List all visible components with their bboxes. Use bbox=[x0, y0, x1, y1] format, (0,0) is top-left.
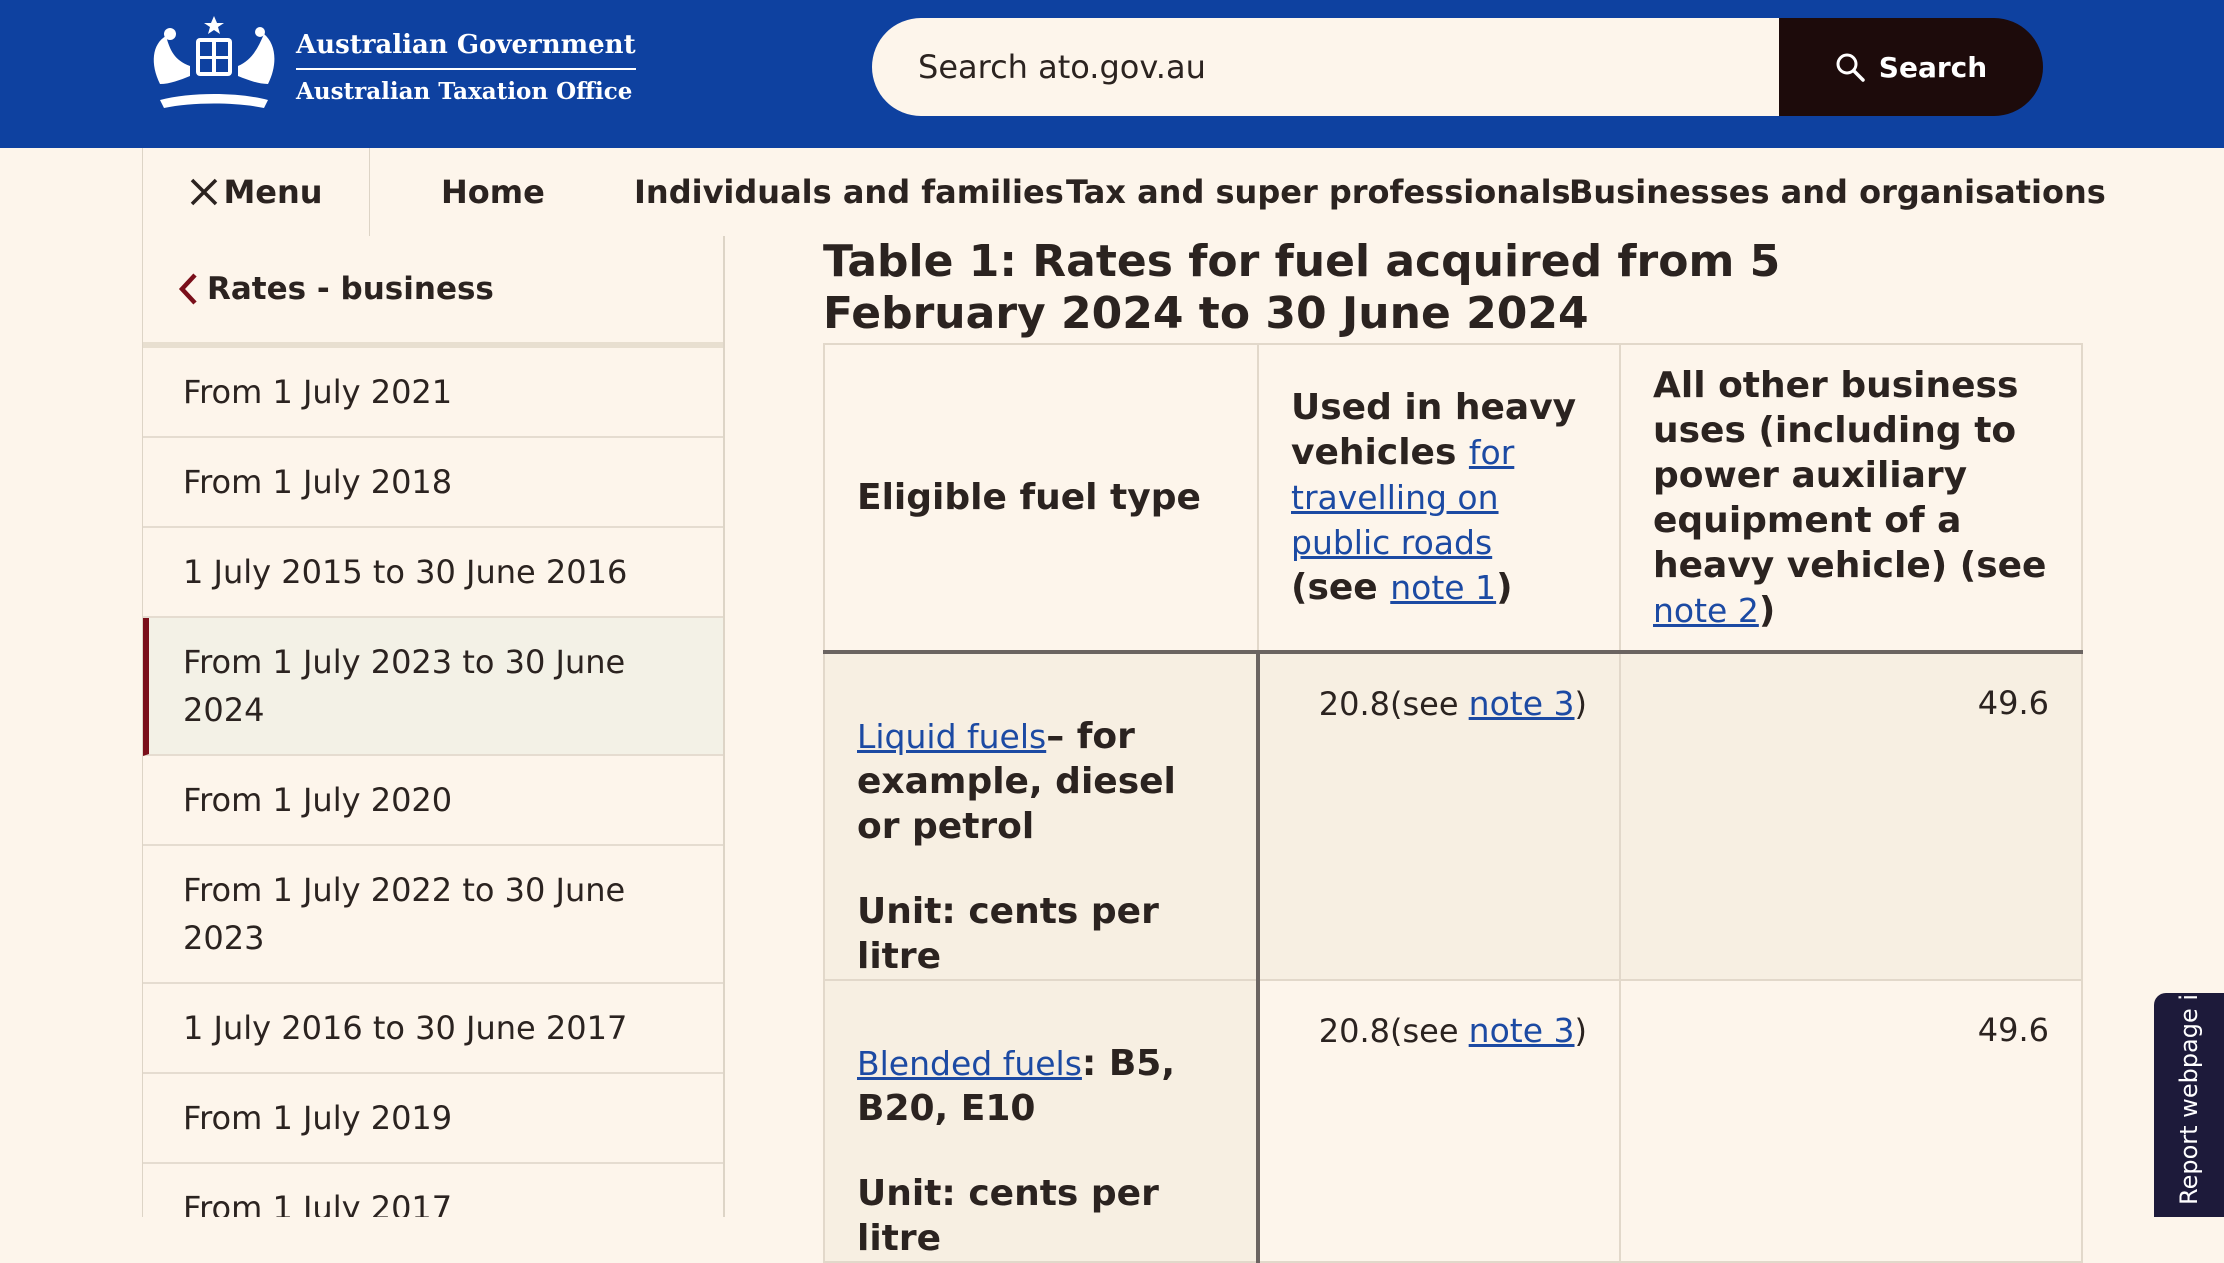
sidebar-item[interactable]: From 1 July 2019 bbox=[143, 1074, 723, 1164]
sidebar-item[interactable]: 1 July 2015 to 30 June 2016 bbox=[143, 528, 723, 618]
heavy-vehicle-rate-cell: 20.8(see note 3) bbox=[1257, 651, 1621, 981]
nav-individuals[interactable]: Individuals and families bbox=[634, 148, 1064, 236]
search-button-label: Search bbox=[1878, 50, 1988, 84]
nav-tax-professionals[interactable]: Tax and super professionals bbox=[1066, 148, 1571, 236]
close-icon bbox=[191, 178, 218, 206]
rate-see: (see bbox=[1389, 685, 1459, 723]
search-icon bbox=[1836, 53, 1865, 82]
header-other-close: ) bbox=[1758, 589, 1776, 631]
note-3-link[interactable]: note 3 bbox=[1469, 684, 1575, 723]
sidebar-item[interactable]: From 1 July 2018 bbox=[143, 438, 723, 528]
other-uses-rate-cell: 49.6 bbox=[1619, 651, 2083, 981]
table-header-row: Eligible fuel type Used in heavy vehicle… bbox=[823, 343, 2083, 654]
table-title: Table 1: Rates for fuel acquired from 5 … bbox=[823, 236, 1781, 339]
note-2-link[interactable]: note 2 bbox=[1653, 591, 1759, 630]
sidebar-back-label: Rates - business bbox=[207, 271, 494, 307]
menu-label: Menu bbox=[223, 173, 323, 211]
chevron-left-icon bbox=[178, 273, 197, 305]
sidebar-item[interactable]: From 1 July 2021 bbox=[143, 348, 723, 438]
coat-of-arms-icon bbox=[153, 16, 275, 108]
header-heavy-close: ) bbox=[1496, 567, 1513, 608]
header-other-text: All other business uses (including to po… bbox=[1653, 364, 2047, 586]
fuel-type-cell: Blended fuels: B5, B20, E10 Unit: cents … bbox=[823, 979, 1260, 1263]
table-row: Liquid fuels– for example, diesel or pet… bbox=[823, 651, 2083, 981]
search-button[interactable]: Search bbox=[1779, 18, 2043, 116]
fuel-rates-table: Eligible fuel type Used in heavy vehicle… bbox=[823, 343, 2083, 1263]
rate-value: 20.8 bbox=[1318, 685, 1390, 723]
rate-value: 49.6 bbox=[1977, 684, 2049, 722]
rate-value: 49.6 bbox=[1977, 1011, 2049, 1049]
header-heavy-vehicles: Used in heavy vehicles for travelling on… bbox=[1257, 343, 1621, 654]
sidebar-item-active[interactable]: From 1 July 2023 to 30 June 2024 bbox=[143, 618, 723, 756]
header-heavy-text: Used in heavy vehicles bbox=[1291, 387, 1577, 473]
site-header: Australian Government Australian Taxatio… bbox=[0, 0, 2224, 148]
other-uses-rate-cell: 49.6 bbox=[1619, 979, 2083, 1263]
unit-label: Unit: cents per litre bbox=[857, 1173, 1159, 1259]
table-row: Blended fuels: B5, B20, E10 Unit: cents … bbox=[823, 979, 2083, 1263]
search-box bbox=[872, 18, 1780, 116]
unit-label: Unit: cents per litre bbox=[857, 891, 1159, 977]
sidebar: Rates - business From 1 July 2021 From 1… bbox=[142, 236, 725, 1217]
rate-close: ) bbox=[1574, 685, 1587, 723]
ato-logo[interactable]: Australian Government Australian Taxatio… bbox=[140, 14, 636, 120]
header-other-uses: All other business uses (including to po… bbox=[1619, 343, 2083, 654]
liquid-fuels-link[interactable]: Liquid fuels bbox=[857, 717, 1046, 756]
header-heavy-see: (see bbox=[1291, 567, 1378, 608]
blended-fuels-link[interactable]: Blended fuels bbox=[857, 1044, 1082, 1083]
logo-ato: Australian Taxation Office bbox=[296, 77, 633, 105]
report-issue-label: Report webpage issue bbox=[2175, 993, 2203, 1205]
search-input[interactable] bbox=[916, 47, 1780, 87]
header-fuel-type-label: Eligible fuel type bbox=[857, 477, 1201, 518]
sidebar-item[interactable]: From 1 July 2017 bbox=[143, 1164, 723, 1217]
sidebar-back-link[interactable]: Rates - business bbox=[143, 236, 723, 348]
nav-home[interactable]: Home bbox=[441, 148, 545, 236]
rate-value: 20.8 bbox=[1318, 1012, 1390, 1050]
report-issue-tab[interactable]: Report webpage issue bbox=[2154, 993, 2224, 1217]
rate-see: (see bbox=[1389, 1012, 1459, 1050]
nav-businesses[interactable]: Businesses and organisations bbox=[1569, 148, 2106, 236]
main-nav: Menu Home Individuals and families Tax a… bbox=[0, 148, 2224, 236]
fuel-type-cell: Liquid fuels– for example, diesel or pet… bbox=[823, 651, 1260, 981]
heavy-vehicle-rate-cell: 20.8(see note 3) bbox=[1257, 979, 1621, 1263]
menu-toggle-button[interactable]: Menu bbox=[142, 148, 370, 236]
logo-government: Australian Government bbox=[296, 30, 636, 70]
note-3-link[interactable]: note 3 bbox=[1469, 1011, 1575, 1050]
sidebar-item[interactable]: From 1 July 2022 to 30 June 2023 bbox=[143, 846, 723, 984]
sidebar-item[interactable]: 1 July 2016 to 30 June 2017 bbox=[143, 984, 723, 1074]
rate-close: ) bbox=[1574, 1012, 1587, 1050]
header-fuel-type: Eligible fuel type bbox=[823, 343, 1259, 654]
logo-text: Australian Government Australian Taxatio… bbox=[296, 30, 636, 105]
sidebar-item[interactable]: From 1 July 2020 bbox=[143, 756, 723, 846]
note-1-link[interactable]: note 1 bbox=[1390, 568, 1496, 607]
